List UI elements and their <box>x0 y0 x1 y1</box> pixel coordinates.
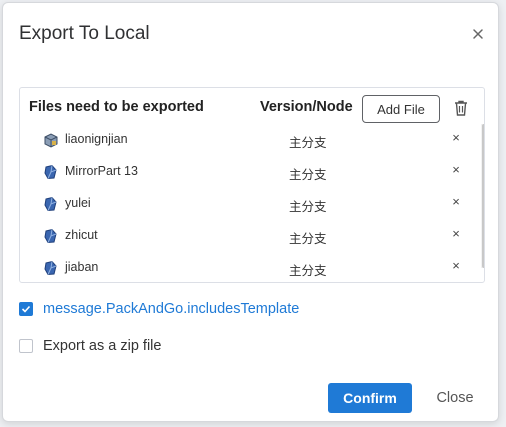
file-name: liaonignjian <box>65 132 128 146</box>
part-icon <box>44 260 57 276</box>
remove-file-button[interactable]: × <box>450 258 462 273</box>
file-name: yulei <box>65 196 91 210</box>
file-version[interactable]: 主分支 <box>289 132 327 151</box>
part-icon <box>44 228 57 244</box>
file-name: jiaban <box>65 260 99 274</box>
file-version[interactable]: 主分支 <box>289 260 327 279</box>
zip-file-label: Export as a zip file <box>43 338 162 354</box>
remove-file-button[interactable]: × <box>450 194 462 209</box>
zip-file-option[interactable]: Export as a zip file <box>19 337 161 355</box>
part-icon <box>44 164 57 180</box>
close-button[interactable]: Close <box>427 383 483 413</box>
file-version[interactable]: 主分支 <box>289 196 327 215</box>
add-file-button[interactable]: Add File <box>362 95 440 123</box>
include-template-checkbox[interactable] <box>19 302 33 316</box>
remove-file-button[interactable]: × <box>450 226 462 241</box>
file-version[interactable]: 主分支 <box>289 164 327 183</box>
confirm-button[interactable]: Confirm <box>328 383 412 413</box>
close-icon[interactable] <box>469 25 487 43</box>
export-dialog: Export To Local Files need to be exporte… <box>2 2 499 422</box>
trash-icon[interactable] <box>453 99 469 117</box>
remove-file-button[interactable]: × <box>450 130 462 145</box>
zip-file-checkbox[interactable] <box>19 339 33 353</box>
file-row[interactable]: zhicut 主分支 × <box>20 220 478 252</box>
include-template-option[interactable]: message.PackAndGo.includesTemplate <box>19 300 299 318</box>
file-row[interactable]: MirrorPart 13 主分支 × <box>20 156 478 188</box>
remove-file-button[interactable]: × <box>450 162 462 177</box>
file-row[interactable]: yulei 主分支 × <box>20 188 478 220</box>
files-table: Files need to be exported Version/Node A… <box>19 87 485 283</box>
assembly-icon <box>44 133 58 148</box>
dialog-title: Export To Local <box>19 23 150 44</box>
version-header: Version/Node <box>260 99 353 115</box>
file-version[interactable]: 主分支 <box>289 228 327 247</box>
part-icon <box>44 196 57 212</box>
file-name: MirrorPart 13 <box>65 164 138 178</box>
include-template-label: message.PackAndGo.includesTemplate <box>43 301 300 317</box>
files-header: Files need to be exported <box>29 99 204 115</box>
file-row[interactable]: jiaban 主分支 × <box>20 252 478 282</box>
file-row[interactable]: liaonignjian 主分支 × <box>20 124 478 156</box>
checkmark-icon <box>21 305 31 313</box>
scrollbar-thumb[interactable] <box>482 124 484 268</box>
file-name: zhicut <box>65 228 98 242</box>
